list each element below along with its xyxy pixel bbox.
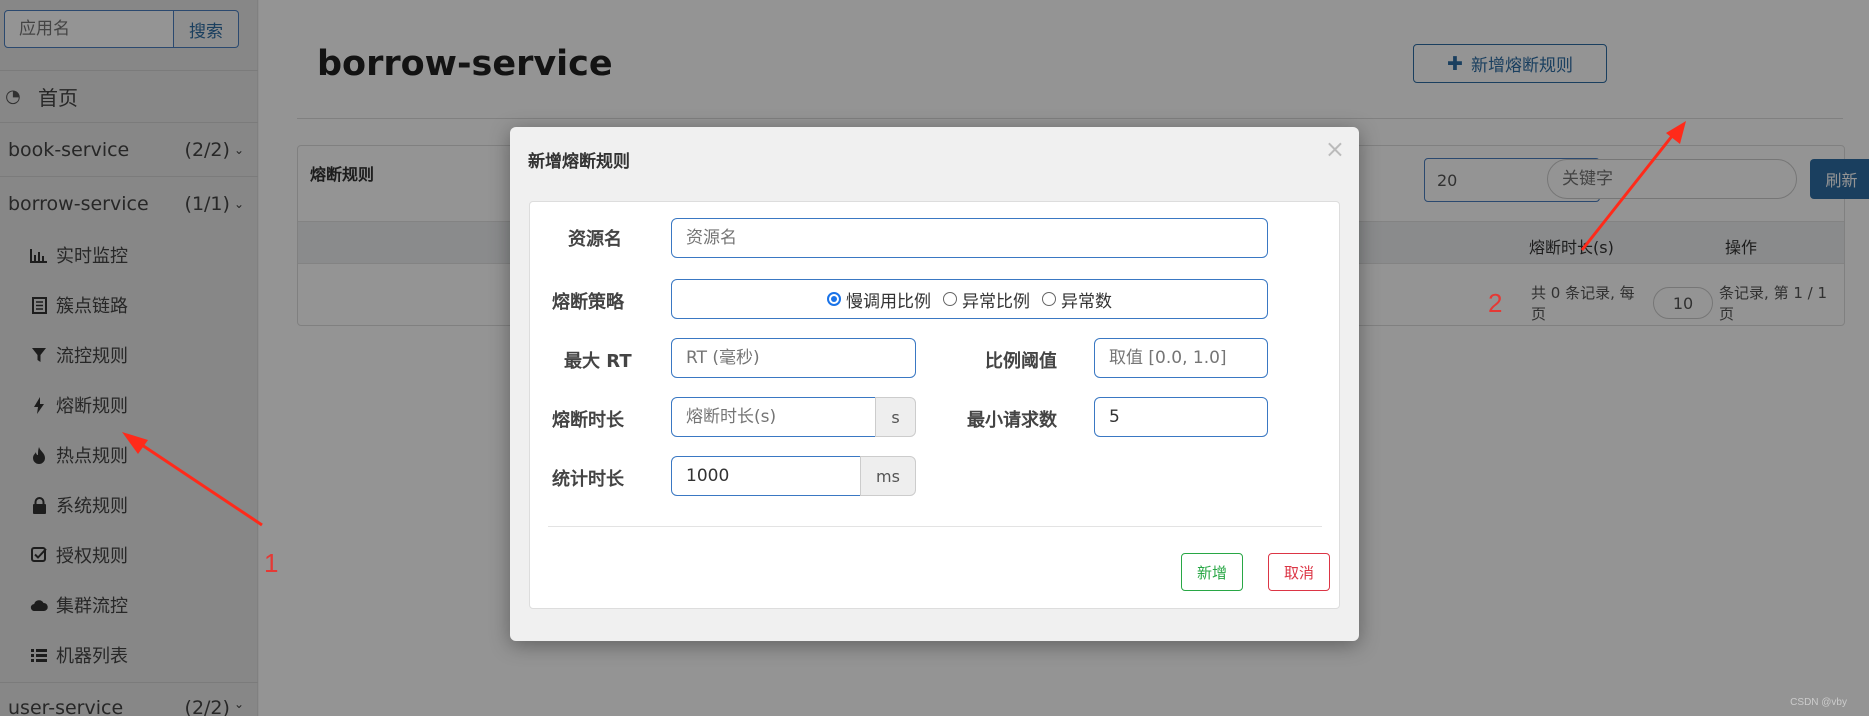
watermark: CSDN @vby: [1790, 697, 1847, 708]
arrow-1: [122, 432, 263, 527]
annotation-number-1: 1: [264, 548, 279, 578]
annotation-number-2: 2: [1488, 288, 1503, 318]
arrow-2: [1580, 121, 1686, 251]
annotation-arrows: [122, 121, 1686, 527]
